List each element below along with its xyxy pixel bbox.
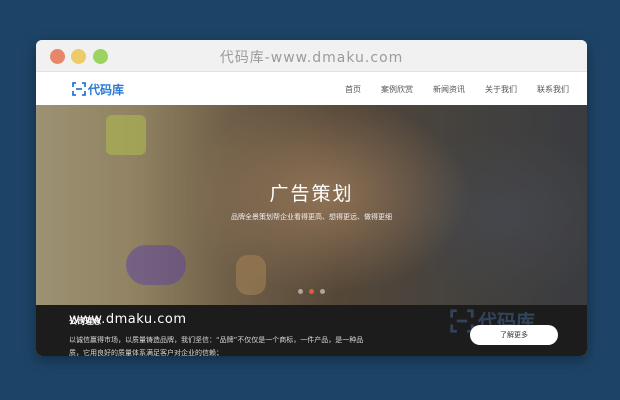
hero-headline: 广告策划	[269, 183, 354, 205]
slider-dot[interactable]	[320, 289, 325, 294]
slider-dots	[36, 289, 587, 294]
nav-item-cases[interactable]: 案例欣赏	[381, 84, 413, 95]
nav-item-home[interactable]: 首页	[345, 84, 361, 95]
browser-window: 代码库-www.dmaku.com 代码库 首页 案例欣赏 新闻资讯 关于我们 …	[36, 40, 587, 356]
slider-dot[interactable]	[298, 289, 303, 294]
philosophy-title: 公司理念	[69, 317, 101, 326]
about-section: www.dmaku.com 公司理念 以诚信赢得市场，以质量铸造品牌，我们坚信：…	[36, 305, 587, 356]
learn-more-button[interactable]: 了解更多	[470, 325, 558, 345]
site-header: 代码库 首页 案例欣赏 新闻资讯 关于我们 联系我们	[36, 73, 587, 105]
slider-dot-active[interactable]	[309, 289, 314, 294]
nav-item-news[interactable]: 新闻资讯	[433, 84, 465, 95]
nav-item-contact[interactable]: 联系我们	[537, 84, 569, 95]
site-logo[interactable]: 代码库	[72, 79, 124, 99]
bracket-logo-icon	[72, 82, 86, 96]
bracket-logo-icon	[450, 308, 474, 333]
main-nav: 首页 案例欣赏 新闻资讯 关于我们 联系我们	[325, 84, 569, 95]
window-title: 代码库-www.dmaku.com	[219, 50, 404, 66]
logo-text: 代码库	[88, 82, 125, 97]
philosophy-text: 以诚信赢得市场，以质量铸造品牌，我们坚信：“品牌”不仅仅是一个商标，一件产品，是…	[69, 336, 364, 356]
hero-banner: 广告策划 品牌全景策划帮企业看得更高、想得更远、做得更细	[36, 105, 587, 305]
title-bar: 代码库-www.dmaku.com	[36, 40, 587, 72]
nav-item-about[interactable]: 关于我们	[485, 84, 517, 95]
hero-subline: 品牌全景策划帮企业看得更高、想得更远、做得更细	[231, 213, 392, 221]
